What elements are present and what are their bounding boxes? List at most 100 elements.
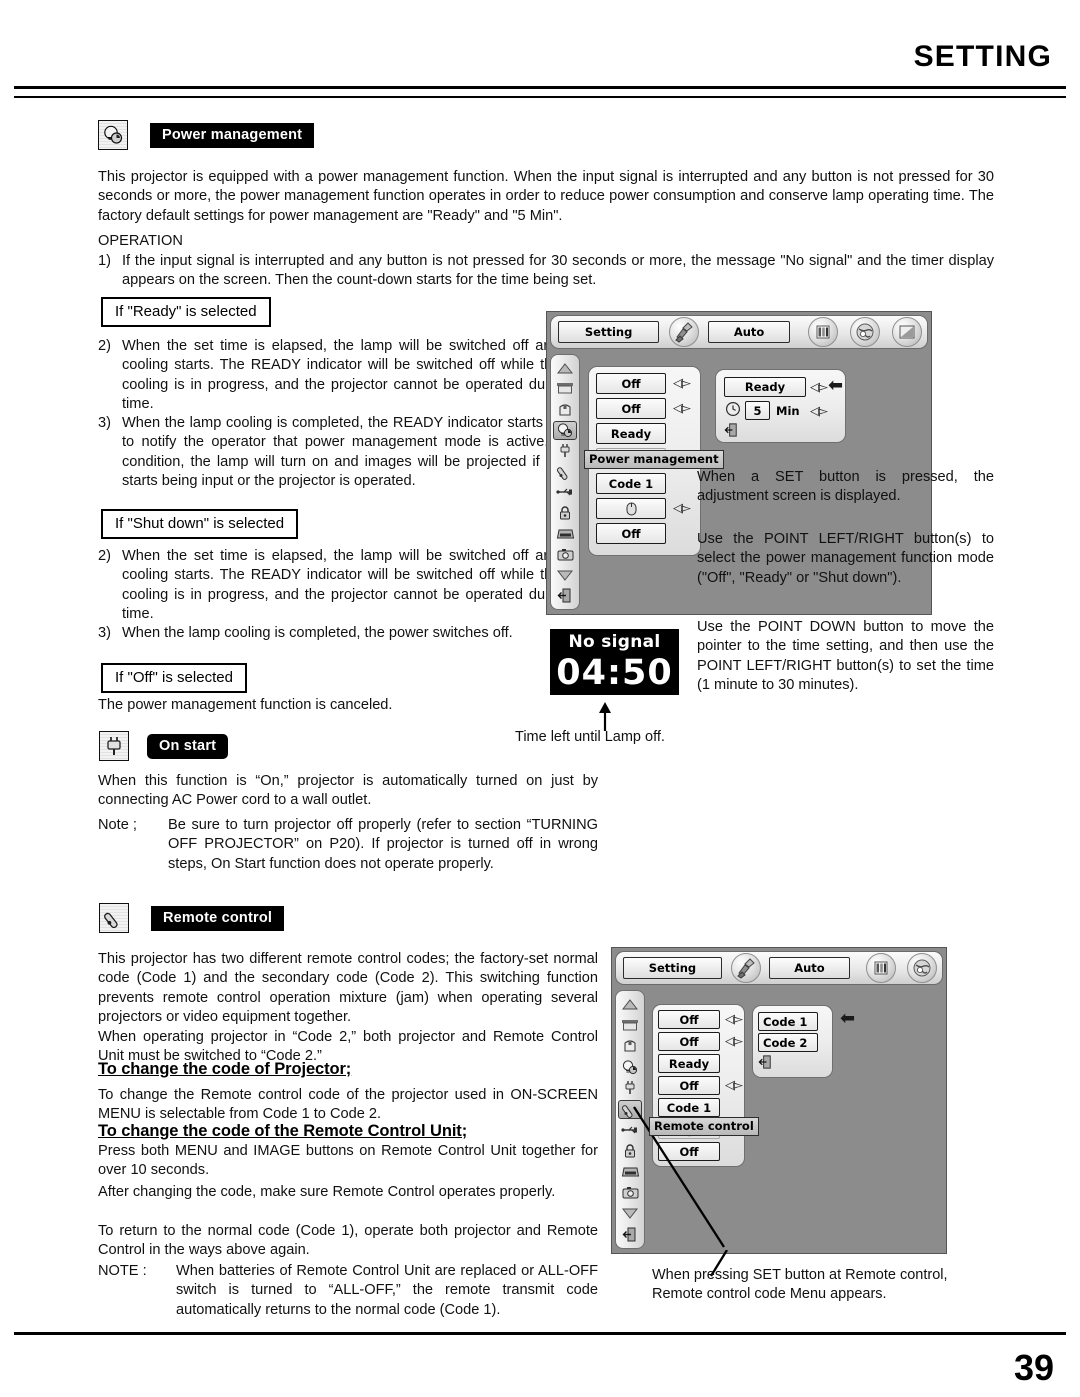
step-number: 2) bbox=[98, 338, 111, 354]
submenu-code-2-option[interactable]: Code 2 bbox=[758, 1033, 818, 1052]
setting-gear-icon[interactable] bbox=[730, 953, 761, 983]
section-heading-remote-control: Remote control bbox=[99, 903, 285, 933]
osd-menu-button-setting[interactable]: Setting bbox=[623, 957, 722, 979]
power-management-icon[interactable] bbox=[618, 1058, 642, 1077]
step-text: When the lamp cooling is completed, the … bbox=[122, 415, 598, 490]
screen-icon[interactable] bbox=[553, 380, 577, 399]
step-number: 3) bbox=[98, 415, 111, 431]
osd-auto-button[interactable]: Auto bbox=[708, 321, 790, 343]
box-if-shutdown-selected: If "Shut down" is selected bbox=[101, 509, 299, 539]
setting-gear-icon[interactable] bbox=[669, 317, 700, 347]
step-text: If the input signal is interrupted and a… bbox=[122, 253, 994, 289]
subheading-change-remote-code: To change the code of the Remote Control… bbox=[98, 1122, 468, 1140]
submenu-time-value[interactable]: 5 bbox=[745, 401, 770, 420]
note-text: Be sure to turn projector off properly (… bbox=[168, 817, 598, 872]
remote-control-p1: This projector has two different remote … bbox=[98, 951, 598, 1026]
osd-power-management-submenu: Ready ◁▻ ⬅ 5 Min ◁▻ bbox=[715, 369, 846, 443]
osd-row-4-value[interactable]: Off bbox=[658, 1076, 720, 1095]
screen-mode-icon[interactable] bbox=[892, 317, 922, 347]
power-plug-icon bbox=[99, 731, 129, 761]
osd-row-5-value[interactable]: Code 1 bbox=[596, 473, 666, 494]
step-text: When the lamp cooling is completed, the … bbox=[122, 625, 513, 641]
osd-row-7-value[interactable]: Off bbox=[596, 523, 666, 544]
operation-label: OPERATION bbox=[98, 233, 183, 249]
osd-note-3: Use the POINT DOWN button to move the po… bbox=[697, 619, 994, 694]
osd-row-6-left-right-icon[interactable]: ◁▻ bbox=[673, 502, 691, 515]
osd-row-3-value[interactable]: Ready bbox=[658, 1054, 720, 1073]
left-pointer-icon: ⬅ bbox=[828, 375, 844, 396]
osd-row-2-value[interactable]: Off bbox=[658, 1032, 720, 1051]
capture-icon[interactable] bbox=[553, 545, 577, 564]
scroll-down-icon[interactable] bbox=[553, 566, 577, 585]
osd-row-1-value[interactable]: Off bbox=[596, 373, 666, 394]
ready-step-2: 2) When the set time is elapsed, the lam… bbox=[98, 337, 598, 415]
osd-row-1-left-right-icon[interactable]: ◁▻ bbox=[725, 1013, 743, 1026]
osd-row-2-left-right-icon[interactable]: ◁▻ bbox=[673, 402, 691, 415]
step-text: When the set time is elapsed, the lamp w… bbox=[122, 548, 598, 623]
power-management-icon bbox=[98, 120, 128, 150]
left-pointer-icon: ⬅ bbox=[840, 1008, 856, 1029]
osd-menu-button-setting[interactable]: Setting bbox=[558, 321, 660, 343]
lock-icon[interactable] bbox=[553, 504, 577, 523]
exit-icon[interactable] bbox=[553, 586, 577, 605]
osd-row-6-mouse-icon[interactable] bbox=[596, 498, 666, 519]
section-label-power-management: Power management bbox=[150, 122, 315, 148]
osd-row-1-value[interactable]: Off bbox=[658, 1010, 720, 1029]
box-if-off-selected: If "Off" is selected bbox=[101, 663, 247, 693]
osd-row-3-value[interactable]: Ready bbox=[596, 423, 666, 444]
image-adjust-icon[interactable] bbox=[866, 953, 896, 983]
keystone-icon[interactable] bbox=[553, 524, 577, 543]
lamp-box-icon[interactable] bbox=[618, 1037, 642, 1056]
clock-icon bbox=[725, 401, 741, 417]
manual-page: SETTING Power management This projector … bbox=[0, 0, 1080, 1397]
image-adjust-icon[interactable] bbox=[808, 317, 838, 347]
footer-divider bbox=[14, 1332, 1066, 1335]
scroll-up-icon[interactable] bbox=[618, 995, 642, 1014]
remote-control-icon[interactable] bbox=[553, 462, 577, 481]
osd-row-2-value[interactable]: Off bbox=[596, 398, 666, 419]
scroll-up-icon[interactable] bbox=[553, 359, 577, 378]
osd-sidebar[interactable] bbox=[550, 354, 580, 610]
remote-control-p5: After changing the code, make sure Remot… bbox=[98, 1184, 556, 1200]
osd-row-1-left-right-icon[interactable]: ◁▻ bbox=[673, 377, 691, 390]
remote-control-p3: To change the Remote control code of the… bbox=[98, 1087, 598, 1123]
usb-icon[interactable] bbox=[553, 483, 577, 502]
no-signal-countdown: 04:50 bbox=[556, 652, 673, 693]
page-header: SETTING bbox=[0, 40, 1080, 100]
osd-row-4-left-right-icon[interactable]: ◁▻ bbox=[725, 1079, 743, 1092]
submenu-time-unit: Min bbox=[776, 404, 800, 418]
osd-setting-menu-remote-control[interactable]: Setting Auto Off ◁▻ Off ◁▻ Ready Off ◁▻ … bbox=[611, 947, 947, 1254]
remote-control-p6: To return to the normal code (Code 1), o… bbox=[98, 1223, 598, 1259]
note-text: When batteries of Remote Control Unit ar… bbox=[176, 1263, 598, 1318]
remote-control-note: NOTE : When batteries of Remote Control … bbox=[98, 1262, 598, 1320]
submenu-mode-value[interactable]: Ready bbox=[724, 377, 806, 397]
remote-control-p4: Press both MENU and IMAGE buttons on Rem… bbox=[98, 1143, 598, 1179]
osd-top-bar: Setting Auto bbox=[550, 315, 928, 349]
shutdown-step-3: 3) When the lamp cooling is completed, t… bbox=[98, 624, 598, 643]
note-label: NOTE : bbox=[98, 1263, 147, 1279]
page-title: SETTING bbox=[913, 40, 1052, 73]
osd-top-bar: Setting Auto bbox=[615, 951, 943, 985]
power-plug-icon[interactable] bbox=[553, 442, 577, 461]
globe-icon[interactable] bbox=[850, 317, 880, 347]
step-number: 1) bbox=[98, 253, 111, 269]
page-number: 39 bbox=[1013, 1347, 1054, 1388]
no-signal-display: No signal 04:50 bbox=[550, 629, 679, 695]
submenu-code-1-option[interactable]: Code 1 bbox=[758, 1012, 818, 1031]
submenu-exit-icon[interactable] bbox=[758, 1054, 774, 1070]
lamp-box-icon[interactable] bbox=[553, 400, 577, 419]
power-management-icon[interactable] bbox=[553, 420, 577, 440]
power-management-intro: This projector is equipped with a power … bbox=[98, 169, 994, 224]
ready-step-3: 3) When the lamp cooling is completed, t… bbox=[98, 414, 598, 492]
osd-auto-button[interactable]: Auto bbox=[768, 957, 850, 979]
remote-control-icon bbox=[99, 903, 129, 933]
globe-icon[interactable] bbox=[907, 953, 937, 983]
submenu-mode-left-right-icon[interactable]: ◁▻ bbox=[810, 381, 828, 394]
submenu-exit-icon[interactable] bbox=[724, 422, 740, 438]
box-if-ready-selected: If "Ready" is selected bbox=[101, 297, 271, 327]
screen-icon[interactable] bbox=[618, 1016, 642, 1035]
step-text: When the set time is elapsed, the lamp w… bbox=[122, 338, 598, 413]
submenu-time-left-right-icon[interactable]: ◁▻ bbox=[810, 405, 828, 418]
osd-row-2-left-right-icon[interactable]: ◁▻ bbox=[725, 1035, 743, 1048]
power-plug-icon[interactable] bbox=[618, 1079, 642, 1098]
